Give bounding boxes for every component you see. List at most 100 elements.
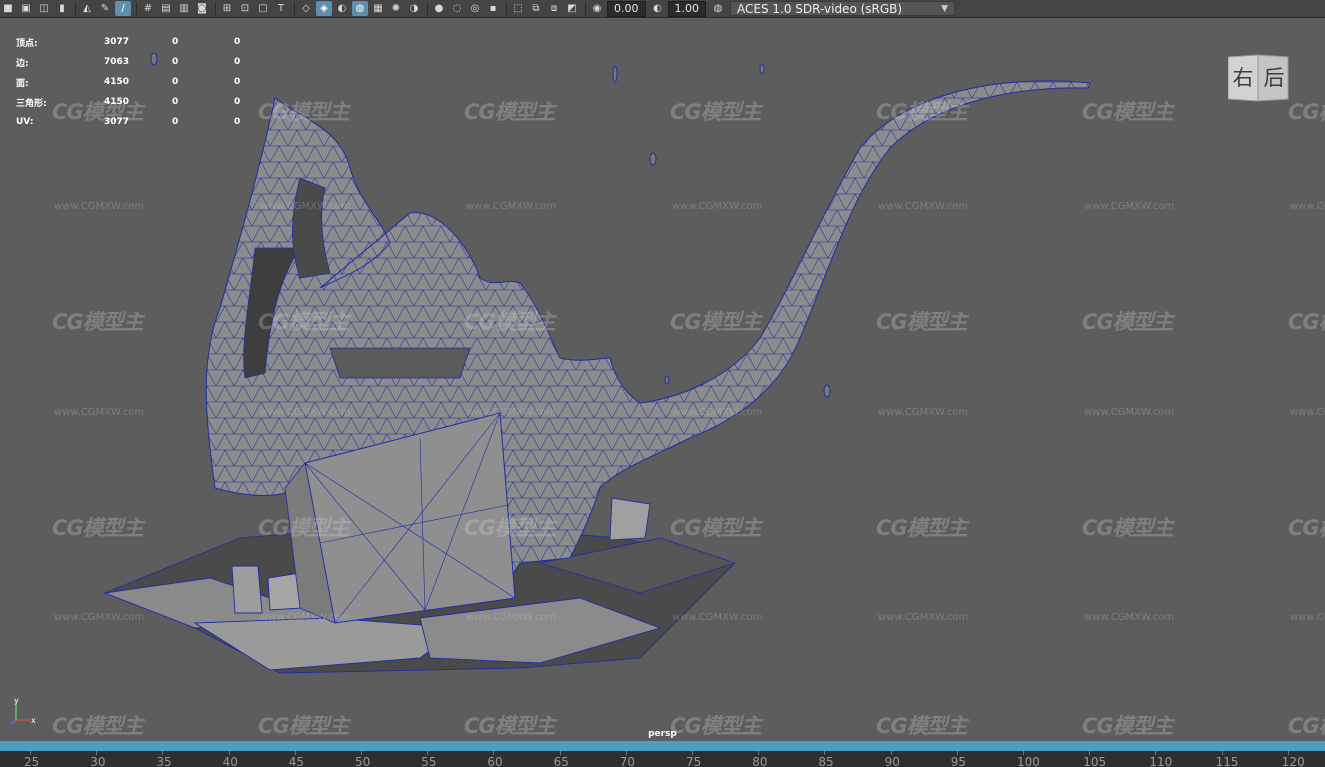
timeline-tick-label: 25 <box>24 755 40 767</box>
color-management-icon[interactable]: ◍ <box>710 1 726 16</box>
view-cube-back-face[interactable]: 后 <box>1259 53 1289 101</box>
lights-icon[interactable]: ✺ <box>388 1 404 16</box>
hud-row-faces: 面: 4150 0 0 <box>16 72 254 92</box>
gate-mask-icon[interactable]: ◙ <box>194 1 210 16</box>
film-gate-icon[interactable]: ▤ <box>158 1 174 16</box>
toolbar-divider <box>506 2 507 15</box>
timeline-tick-label: 45 <box>288 755 305 767</box>
grid-icon[interactable]: # <box>140 1 156 16</box>
hud-value: 4150 <box>104 97 130 107</box>
viewport-toolbar: ■ ▣ ◫ ▮ ◭ ✎ / # ▤ ▥ ◙ ⊞ ⊡ ▢ T ◇ ◈ ◐ ◍ ▦ … <box>0 0 1325 18</box>
hud-label: 边: <box>16 58 29 69</box>
smooth-shade-icon[interactable]: ◈ <box>316 1 332 16</box>
grease-pencil-icon[interactable]: ✎ <box>97 1 113 16</box>
hud-value: 3077 <box>104 37 130 47</box>
timeline-tick-label: 95 <box>950 755 967 767</box>
wireframe-icon[interactable]: ◇ <box>298 1 314 16</box>
timeline-tick-label: 90 <box>884 755 900 767</box>
chevron-down-icon: ▼ <box>941 4 948 14</box>
hud-label: 面: <box>16 78 29 89</box>
2d-pan-zoom-icon[interactable]: ◭ <box>79 1 95 16</box>
timeline-tick-label: 30 <box>90 755 106 767</box>
hud-value: 4150 <box>104 77 130 87</box>
timeline-tick-label: 60 <box>487 755 503 767</box>
field-chart-icon[interactable]: ⊞ <box>219 1 235 16</box>
toolbar-divider <box>75 2 76 15</box>
color-management-value: ACES 1.0 SDR-video (sRGB) <box>737 2 903 16</box>
timeline-tick-label: 40 <box>222 755 238 767</box>
gamma-icon[interactable]: ◐ <box>650 1 666 16</box>
timeline-tick-label: 110 <box>1149 755 1173 767</box>
toolbar-divider <box>136 2 137 15</box>
anti-aliasing-icon[interactable]: ◎ <box>467 1 483 16</box>
xray-icon[interactable]: ⧉ <box>528 1 544 16</box>
xray-joints-icon[interactable]: ⧈ <box>546 1 562 16</box>
text-overlay-icon[interactable]: T <box>273 1 289 16</box>
toolbar-divider <box>215 2 216 15</box>
view-cube[interactable]: 右 后 <box>1228 53 1290 103</box>
camera-icon[interactable]: ■ <box>0 1 16 16</box>
default-material-icon[interactable]: ◐ <box>334 1 350 16</box>
safe-title-icon[interactable]: ▢ <box>255 1 271 16</box>
hud-value: 0 <box>172 117 179 127</box>
hud-value: 0 <box>172 57 179 67</box>
hud-row-triangles: 三角形: 4150 0 0 <box>16 92 254 112</box>
hud-value: 3077 <box>104 117 130 127</box>
hud-value: 0 <box>172 77 179 87</box>
time-ruler[interactable]: 25 30 35 40 45 50 55 60 65 70 75 80 85 90 95 100 105 110 1… <box>0 751 1325 767</box>
hud-row-edges: 边: 7063 0 0 <box>16 52 254 72</box>
timeline-tick-label: 70 <box>619 755 636 767</box>
camera-name-label: persp <box>648 729 677 739</box>
isolate-select-icon[interactable]: ⬚ <box>510 1 526 16</box>
time-slider-bar[interactable] <box>0 741 1325 751</box>
view-cube-right-face[interactable]: 右 <box>1228 53 1258 101</box>
timeline-tick-label: 120 <box>1281 755 1305 767</box>
hud-value: 0 <box>234 77 241 87</box>
hud-value: 0 <box>172 37 179 47</box>
toolbar-divider <box>427 2 428 15</box>
camera-attributes-icon[interactable]: ▣ <box>18 1 34 16</box>
timeline-tick-label: 85 <box>818 755 834 767</box>
resolution-gate-icon[interactable]: ▥ <box>176 1 192 16</box>
timeline-tick-label: 55 <box>421 755 437 767</box>
wireframe-on-shaded-icon[interactable]: ◍ <box>352 1 368 16</box>
timeline-tick-label: 115 <box>1215 755 1239 767</box>
timeline-tick-label: 80 <box>752 755 768 767</box>
axis-x-label: x <box>31 716 36 725</box>
safe-action-icon[interactable]: ⊡ <box>237 1 253 16</box>
motion-blur-icon[interactable]: ◌ <box>449 1 465 16</box>
toolbar-divider <box>585 2 586 15</box>
hud-row-uvs: UV: 3077 0 0 <box>16 112 254 132</box>
hud-value: 0 <box>234 117 241 127</box>
image-plane-icon[interactable]: ▮ <box>54 1 70 16</box>
timeline-tick-label: 100 <box>1017 755 1040 767</box>
hud-value: 0 <box>234 57 241 67</box>
exposure-field[interactable]: 0.00 <box>607 0 646 17</box>
bookmark-icon[interactable]: ◫ <box>36 1 52 16</box>
timeline-tick-label: 105 <box>1083 755 1107 767</box>
perspective-viewport[interactable]: CG模型主CG模型主CG模型主CG模型主CG模型主CG模型主CG模型主CG模型主… <box>0 18 1325 740</box>
hud-label: 三角形: <box>16 98 47 109</box>
timeline-tick-label: 35 <box>156 755 172 767</box>
hud-value: 0 <box>172 97 179 107</box>
timeline-tick-label: 75 <box>686 755 702 767</box>
xray-active-icon[interactable]: ◩ <box>564 1 580 16</box>
hud-value: 7063 <box>104 57 130 67</box>
depth-of-field-icon[interactable]: ▪ <box>485 1 501 16</box>
hud-value: 0 <box>234 37 241 47</box>
gamma-field[interactable]: 1.00 <box>667 0 706 17</box>
color-management-dropdown[interactable]: ACES 1.0 SDR-video (sRGB) ▼ <box>730 1 955 16</box>
shadows-icon[interactable]: ◑ <box>406 1 422 16</box>
hud-label: UV: <box>16 117 34 127</box>
axis-gizmo: y x <box>10 696 36 725</box>
hud-row-vertices: 顶点: 3077 0 0 <box>16 32 254 52</box>
screen-space-ao-icon[interactable]: ● <box>431 1 447 16</box>
timeline-tick-label: 50 <box>355 755 371 767</box>
exposure-icon[interactable]: ◉ <box>589 1 605 16</box>
pencil-tool-icon[interactable]: / <box>115 1 131 16</box>
textured-icon[interactable]: ▦ <box>370 1 386 16</box>
poly-count-hud: 顶点: 3077 0 0 边: 7063 0 0 面: 4150 0 0 三角形… <box>16 32 254 132</box>
toolbar-divider <box>294 2 295 15</box>
hud-label: 顶点: <box>16 38 38 49</box>
timeline-tick-label: 65 <box>553 755 569 767</box>
